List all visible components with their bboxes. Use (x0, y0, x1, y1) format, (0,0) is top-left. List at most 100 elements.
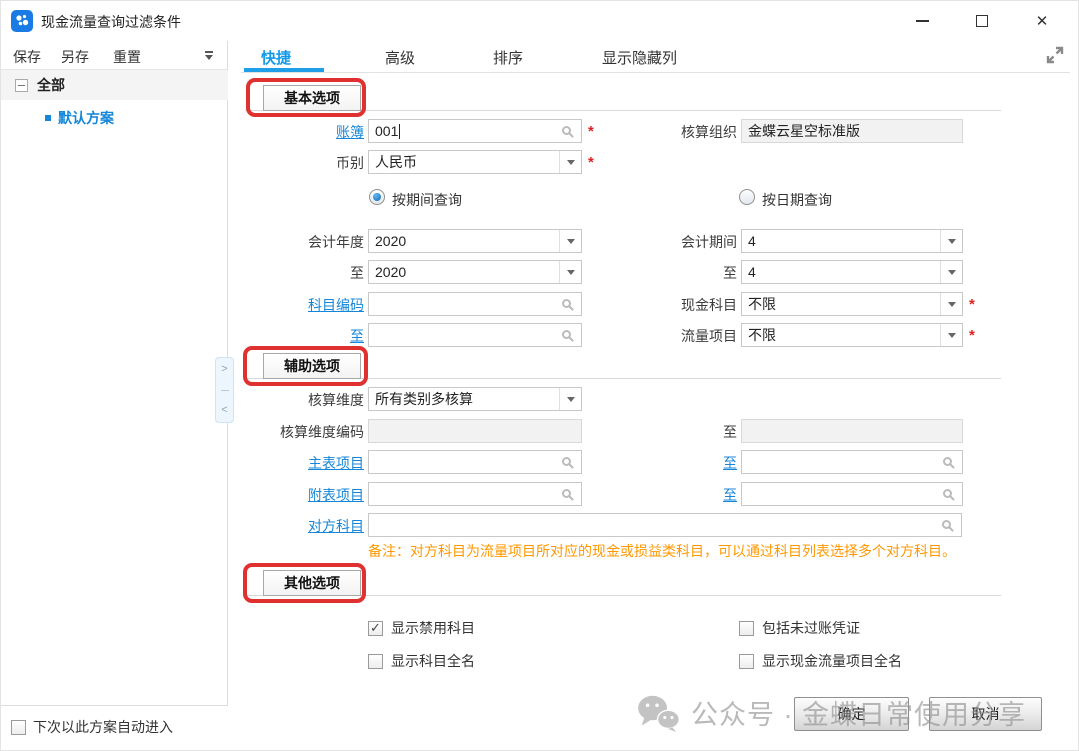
query-by-period-label[interactable]: 按期间查询 (392, 190, 462, 210)
section-other-header: 其他选项 (263, 570, 361, 596)
sidebar-splitter[interactable]: > < (215, 357, 234, 423)
app-icon (11, 10, 33, 32)
ledger-value: 001 (375, 123, 398, 139)
search-icon[interactable] (942, 520, 951, 529)
tree-root-label: 全部 (37, 75, 65, 95)
sub-item-to-label-link[interactable]: 至 (601, 485, 737, 505)
period-select[interactable]: 4 (741, 229, 963, 253)
account-code-to-label-link[interactable]: 至 (241, 326, 364, 346)
minimize-button[interactable] (904, 7, 940, 35)
period-to-label: 至 (601, 263, 737, 283)
account-code-to-input[interactable] (368, 323, 582, 347)
dropdown-icon[interactable] (940, 230, 962, 252)
collapse-icon[interactable] (15, 79, 28, 92)
include-unposted-checkbox[interactable] (739, 621, 754, 636)
show-disabled-accounts-option[interactable]: 显示禁用科目 (368, 618, 475, 638)
currency-label: 币别 (241, 153, 364, 173)
flow-item-select[interactable]: 不限 (741, 323, 963, 347)
main-item-input[interactable] (368, 450, 582, 474)
cash-account-label: 现金科目 (601, 295, 737, 315)
tab-show-hide-columns[interactable]: 显示隐藏列 (602, 47, 677, 68)
show-disabled-accounts-checkbox[interactable] (368, 621, 383, 636)
main-item-label-link[interactable]: 主表项目 (241, 453, 364, 473)
tab-advanced[interactable]: 高级 (385, 47, 415, 68)
ledger-label-link[interactable]: 账簿 (241, 122, 364, 142)
flow-item-label: 流量项目 (601, 326, 737, 346)
org-value: 金蝶云星空标准版 (748, 121, 860, 141)
dimension-code-input (368, 419, 582, 443)
dropdown-icon[interactable] (940, 261, 962, 283)
cash-account-value: 不限 (748, 294, 776, 314)
query-by-date-radio[interactable] (739, 189, 755, 205)
dimension-select[interactable]: 所有类别多核算 (368, 387, 582, 411)
dropdown-icon[interactable] (940, 293, 962, 315)
opposite-account-label-link[interactable]: 对方科目 (241, 516, 364, 536)
include-unposted-option[interactable]: 包括未过账凭证 (739, 618, 860, 638)
chevron-left-icon[interactable]: < (221, 405, 227, 416)
main-item-to-label-link[interactable]: 至 (601, 453, 737, 473)
search-icon[interactable] (943, 489, 952, 498)
close-button[interactable]: ✕ (1024, 7, 1060, 35)
chevron-right-icon[interactable]: > (221, 364, 227, 375)
expand-icon[interactable] (1045, 45, 1065, 65)
account-code-input[interactable] (368, 292, 582, 316)
show-account-fullname-checkbox[interactable] (368, 654, 383, 669)
query-by-period-radio[interactable] (369, 189, 385, 205)
period-to-value: 4 (748, 264, 756, 280)
required-marker: * (969, 296, 975, 313)
period-to-select[interactable]: 4 (741, 260, 963, 284)
fiscal-year-select[interactable]: 2020 (368, 229, 582, 253)
query-by-date-label[interactable]: 按日期查询 (762, 190, 832, 210)
fiscal-year-to-select[interactable]: 2020 (368, 260, 582, 284)
search-icon[interactable] (562, 299, 571, 308)
show-account-fullname-option[interactable]: 显示科目全名 (368, 651, 475, 671)
dropdown-icon[interactable] (559, 388, 581, 410)
dropdown-icon[interactable] (559, 151, 581, 173)
title-bar: 现金流量查询过滤条件 ✕ (1, 1, 1079, 41)
account-code-label-link[interactable]: 科目编码 (241, 295, 364, 315)
period-label: 会计期间 (601, 232, 737, 252)
show-flow-fullname-option[interactable]: 显示现金流量项目全名 (739, 651, 902, 671)
show-account-fullname-label: 显示科目全名 (391, 651, 475, 671)
search-icon[interactable] (562, 457, 571, 466)
default-plan-label: 默认方案 (58, 108, 114, 128)
reset-menu-item[interactable]: 重置 (113, 47, 141, 67)
tree-node-all[interactable]: 全部 (1, 70, 228, 100)
opposite-account-note: 备注：对方科目为流量项目所对应的现金或损益类科目，可以通过科目列表选择多个对方科… (368, 541, 956, 561)
maximize-button[interactable] (964, 7, 1000, 35)
filter-dialog: 现金流量查询过滤条件 ✕ 保存 另存 重置 全部 默认方案 > < 下次以此方案… (0, 0, 1079, 751)
tree-node-default-plan[interactable]: 默认方案 (1, 104, 228, 132)
sub-item-label-link[interactable]: 附表项目 (241, 485, 364, 505)
scheme-sidebar: 保存 另存 重置 全部 默认方案 (1, 41, 228, 706)
dropdown-icon[interactable] (940, 324, 962, 346)
tab-quick[interactable]: 快捷 (261, 47, 291, 68)
search-icon[interactable] (562, 330, 571, 339)
opposite-account-input[interactable] (368, 513, 962, 537)
main-item-to-input[interactable] (741, 450, 963, 474)
save-menu-item[interactable]: 保存 (13, 47, 41, 67)
ledger-input[interactable]: 001 (368, 119, 582, 143)
menu-overflow-icon[interactable] (203, 50, 215, 62)
splitter-handle[interactable] (221, 390, 229, 391)
dropdown-icon[interactable] (559, 230, 581, 252)
wechat-icon (635, 694, 681, 732)
tab-divider (241, 72, 1070, 73)
ok-button[interactable]: 确定 (794, 697, 909, 731)
dimension-code-to-input (741, 419, 963, 443)
show-flow-fullname-checkbox[interactable] (739, 654, 754, 669)
tab-sort[interactable]: 排序 (493, 47, 523, 68)
minimize-icon (916, 20, 929, 22)
search-icon[interactable] (943, 457, 952, 466)
auto-enter-option[interactable]: 下次以此方案自动进入 (11, 717, 173, 737)
cash-account-select[interactable]: 不限 (741, 292, 963, 316)
currency-select[interactable]: 人民币 (368, 150, 582, 174)
required-marker: * (588, 154, 594, 171)
cancel-button[interactable]: 取消 (929, 697, 1042, 731)
save-as-menu-item[interactable]: 另存 (61, 47, 89, 67)
sub-item-input[interactable] (368, 482, 582, 506)
search-icon[interactable] (562, 489, 571, 498)
auto-enter-checkbox[interactable] (11, 720, 26, 735)
sub-item-to-input[interactable] (741, 482, 963, 506)
search-icon[interactable] (562, 126, 571, 135)
dropdown-icon[interactable] (559, 261, 581, 283)
